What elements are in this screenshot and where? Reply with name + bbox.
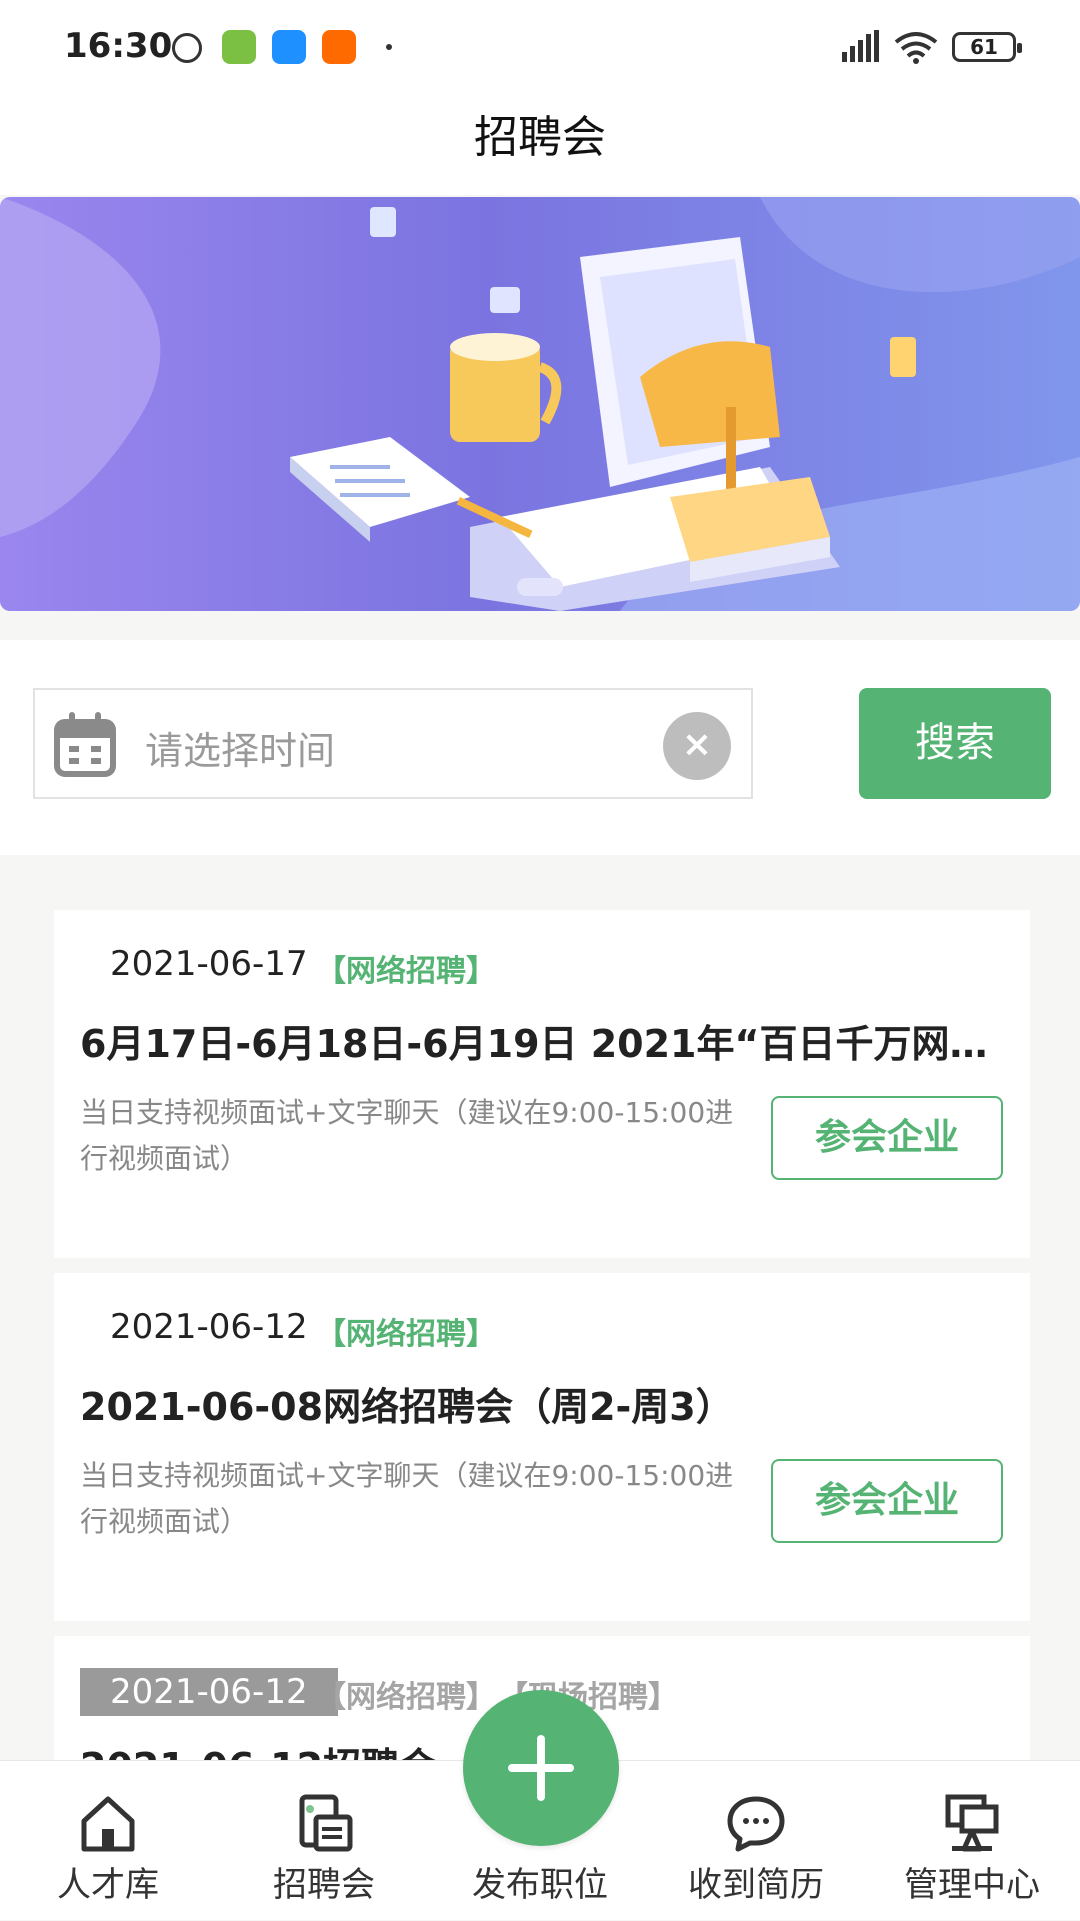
chat-app-icon (272, 30, 306, 64)
tab-received-resumes[interactable]: 收到简历 (648, 1761, 864, 1921)
title-bar: 招聘会 (0, 95, 1080, 195)
download-app-icon (222, 30, 256, 64)
notification-dot-icon (386, 44, 392, 50)
fair-tag-online: 【网络招聘】 (316, 1680, 496, 1715)
fair-date: 2021-06-17 (110, 944, 308, 984)
tab-management-center[interactable]: 管理中心 (864, 1761, 1080, 1921)
date-picker-field[interactable]: 请选择时间 × (33, 688, 753, 799)
job-fair-card[interactable]: 2021-06-12 【网络招聘】 2021-06-08网络招聘会（周2-周3）… (54, 1273, 1030, 1621)
tab-label: 管理中心 (904, 1865, 1040, 1905)
fair-description: 当日支持视频面试+文字聊天（建议在9:00-15:00进行视频面试） (80, 1096, 734, 1175)
banner-illustration (0, 197, 1080, 611)
tab-talent-pool[interactable]: 人才库 (0, 1761, 216, 1921)
tab-label: 招聘会 (273, 1865, 375, 1905)
calendar-icon (54, 712, 116, 777)
banner-carousel[interactable] (0, 197, 1080, 611)
clear-date-button[interactable]: × (663, 712, 731, 780)
message-icon (727, 1796, 785, 1852)
tab-label: 收到简历 (688, 1865, 824, 1905)
fair-description: 当日支持视频面试+文字聊天（建议在9:00-15:00进行视频面试） (80, 1459, 734, 1538)
signal-icon (842, 30, 879, 62)
tab-label: 发布职位 (472, 1865, 608, 1905)
search-button[interactable]: 搜索 (859, 688, 1051, 799)
alarm-icon (172, 33, 202, 63)
home-icon (81, 1796, 135, 1852)
tab-label: 人才库 (57, 1865, 159, 1905)
date-placeholder: 请选择时间 (145, 729, 336, 773)
fair-date-past-badge: 2021-06-12 (80, 1668, 338, 1716)
status-time: 16:30 (64, 26, 173, 66)
job-fair-icon (299, 1794, 353, 1852)
fair-title: 6月17日-6月18日-6月19日 2021年“百日千万网络… (80, 1022, 1010, 1066)
carousel-indicator[interactable] (517, 578, 563, 596)
status-bar: 16:30 61 (0, 0, 1080, 95)
participating-companies-button[interactable]: 参会企业 (771, 1096, 1003, 1180)
tab-job-fair[interactable]: 招聘会 (216, 1761, 432, 1921)
search-panel: 请选择时间 × 搜索 (0, 640, 1080, 855)
post-job-plus-button[interactable] (463, 1690, 619, 1846)
page-title: 招聘会 (474, 112, 606, 163)
fair-tag-online: 【网络招聘】 (316, 954, 496, 989)
fair-tag-online: 【网络招聘】 (316, 1317, 496, 1352)
taobao-app-icon (322, 30, 356, 64)
fair-date: 2021-06-12 (110, 1307, 308, 1347)
participating-companies-button[interactable]: 参会企业 (771, 1459, 1003, 1543)
wifi-icon (894, 32, 938, 64)
fair-title: 2021-06-08网络招聘会（周2-周3） (80, 1385, 734, 1429)
management-icon (945, 1794, 999, 1852)
battery-icon: 61 (952, 32, 1022, 62)
job-fair-card[interactable]: 2021-06-17 【网络招聘】 6月17日-6月18日-6月19日 2021… (54, 910, 1030, 1258)
